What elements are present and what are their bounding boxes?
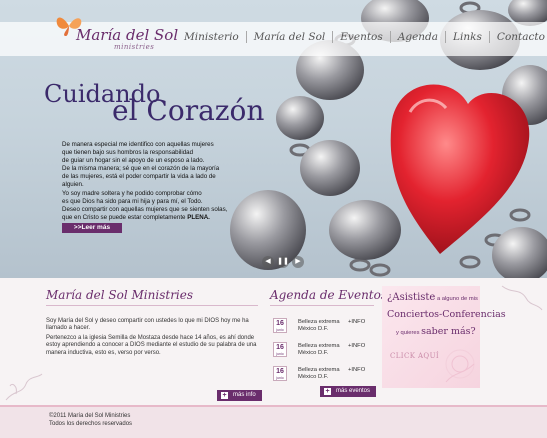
agenda-divider [270,305,374,306]
event-title: Belleza extrema México D.F. [298,319,340,332]
top-nav-bar: María del Sol ministries Ministerio Marí… [0,17,547,56]
hero-title-line2: el Corazón [112,94,265,127]
calendar-icon: 16 junio [273,366,287,381]
read-more-button[interactable]: >>Leer más [62,223,122,233]
hero-paragraph-line: de guiar un hogar sin el apoyo de un esp… [62,157,205,165]
about-paragraph-2: Pertenezco a la iglesia Semilla de Mosta… [46,335,257,356]
hero-paragraph-line: es que Dios ha sido para mi hija y para … [62,197,203,205]
footer-copyright: ©2011 María del Sol Ministries [49,413,131,419]
main-menu: Ministerio María del Sol Eventos Agenda … [184,31,547,43]
promo-line3-big: saber más? [421,326,476,337]
click-here-link[interactable]: CLICK AQUÍ [390,352,439,360]
hero-paragraph-last-text: que en Cristo se puede estar completamen… [62,213,188,221]
event-month: junio [276,328,284,332]
nav-item-eventos[interactable]: Eventos [332,31,390,43]
event-info-link[interactable]: +INFO [348,343,365,349]
prev-icon[interactable]: ◀ [262,256,274,268]
about-title: María del Sol Ministries [46,288,194,302]
hero-paragraph-emphasis: PLENA. [187,213,210,221]
event-title: Belleza extrema México D.F. [298,343,340,356]
hero-paragraph: De manera especial me identifico con aqu… [62,141,302,222]
hero-paragraph-line: Yo soy madre soltera y he podido comprob… [62,189,202,197]
agenda-title: Agenda de Eventos [270,288,387,302]
footer: ©2011 María del Sol Ministries Todos los… [0,405,547,438]
nav-item-agenda[interactable]: Agenda [389,31,445,43]
corner-flourish-right [501,285,543,311]
more-events-button[interactable]: + más eventos [320,386,377,397]
hero-paragraph-line: alguien. [62,181,84,189]
event-info-link[interactable]: +INFO [348,367,365,373]
promo-line1: ¿Asististe a alguno de mis [387,292,478,303]
hero-paragraph-line: De la misma manera; sé que en el corazón… [62,165,220,173]
more-info-label: más info [233,392,256,398]
about-paragraph-1: Soy María del Sol y deseo compartir con … [46,318,249,332]
promo-line1-big: ¿Asististe [387,292,436,303]
logo-name: María del Sol [76,26,179,44]
event-day: 16 [276,344,284,351]
event-item[interactable]: 16 junio Belleza extrema México D.F. +IN… [273,318,373,340]
calendar-icon: 16 junio [273,318,287,333]
event-month: junio [276,376,284,380]
hero-banner: María del Sol ministries Ministerio Marí… [0,0,547,278]
hero-paragraph-line: de las mujeres, está el poder compartir … [62,173,216,181]
hero-paragraph-line: Deseo compartir con aquellas mujeres que… [62,205,228,213]
floral-decoration [445,349,475,383]
concerts-promo-banner[interactable]: ¿Asististe a alguno de mis Conciertos-Co… [382,286,506,388]
more-events-label: más eventos [336,388,371,394]
slider-controls: ◀ ❚❚ ▶ [262,256,304,268]
promo-line3: y quieres saber más? [396,326,476,337]
hero-paragraph-last-line: que en Cristo se puede estar completamen… [62,214,302,222]
event-item[interactable]: 16 junio Belleza extrema México D.F. +IN… [273,342,373,364]
nav-item-ministerio[interactable]: Ministerio [184,31,246,43]
event-info-link[interactable]: +INFO [348,319,365,325]
promo-line1-small: a alguno de mis [435,296,478,302]
event-title: Belleza extrema México D.F. [298,367,340,380]
event-month: junio [276,352,284,356]
hero-paragraph-line: De manera especial me identifico con aqu… [62,141,214,148]
logo[interactable]: María del Sol ministries [54,17,178,56]
promo-line3-small: y quieres [396,330,422,336]
next-icon[interactable]: ▶ [292,256,304,268]
footer-rights: Todos los derechos reservados [49,421,133,427]
corner-flourish-left [5,373,43,401]
promo-line2: Conciertos-Conferencias [387,309,506,320]
pause-icon[interactable]: ❚❚ [277,256,289,268]
more-info-button[interactable]: + más info [217,390,262,401]
hero-paragraph-line: que tienen bajo sus hombros la responsab… [62,149,194,157]
logo-subtitle: ministries [114,43,155,51]
plus-icon: + [324,388,331,395]
nav-item-maria-del-sol[interactable]: María del Sol [245,31,333,43]
nav-item-links[interactable]: Links [445,31,489,43]
plus-icon: + [221,392,228,399]
calendar-icon: 16 junio [273,342,287,357]
about-divider [46,305,258,306]
event-day: 16 [276,320,284,327]
event-item[interactable]: 16 junio Belleza extrema México D.F. +IN… [273,366,373,388]
nav-item-contacto[interactable]: Contacto [488,31,547,43]
event-day: 16 [276,368,284,375]
